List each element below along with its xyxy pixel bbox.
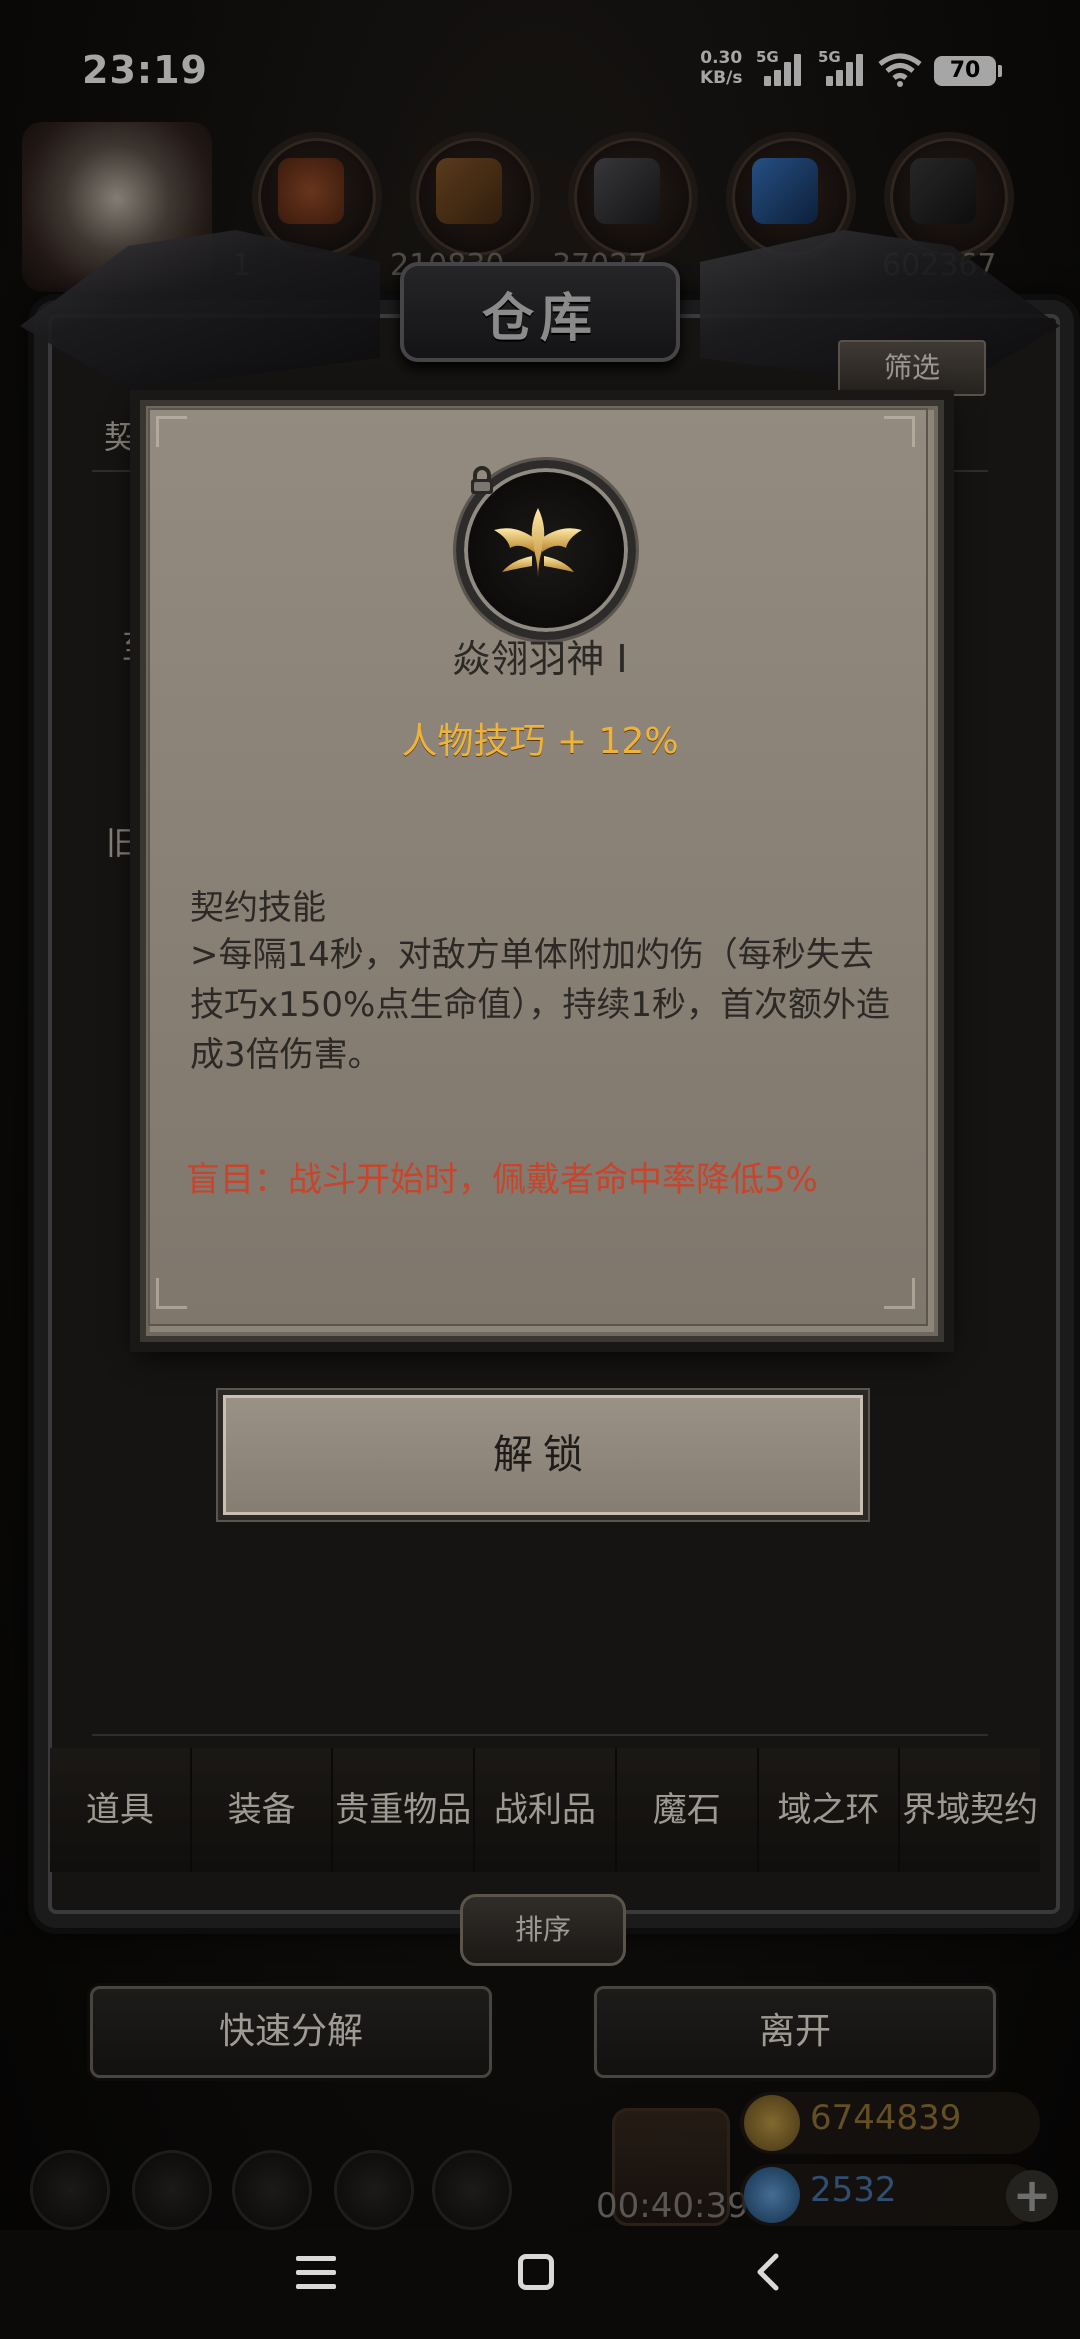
debuff-text: 盲目：战斗开始时，佩戴者命中率降低5% [186,1160,818,1200]
card-corner [156,1278,187,1309]
item-name: 焱翎羽神 I [452,637,628,681]
home-icon[interactable] [518,2254,554,2290]
unlock-button[interactable]: 解锁 [218,1390,868,1520]
lock-icon [471,466,493,494]
card-corner [884,1278,915,1309]
back-icon[interactable] [750,2252,790,2292]
skill-description: >每隔14秒，对敌方单体附加灼伤（每秒失去技巧x150%点生命值），持续1秒，首… [190,935,890,1075]
menu-icon[interactable] [296,2254,336,2290]
card-corner [884,416,915,447]
card-corner [156,416,187,447]
skill-title: 契约技能 [190,888,326,928]
item-stat-bonus: 人物技巧 + 12% [401,721,679,762]
